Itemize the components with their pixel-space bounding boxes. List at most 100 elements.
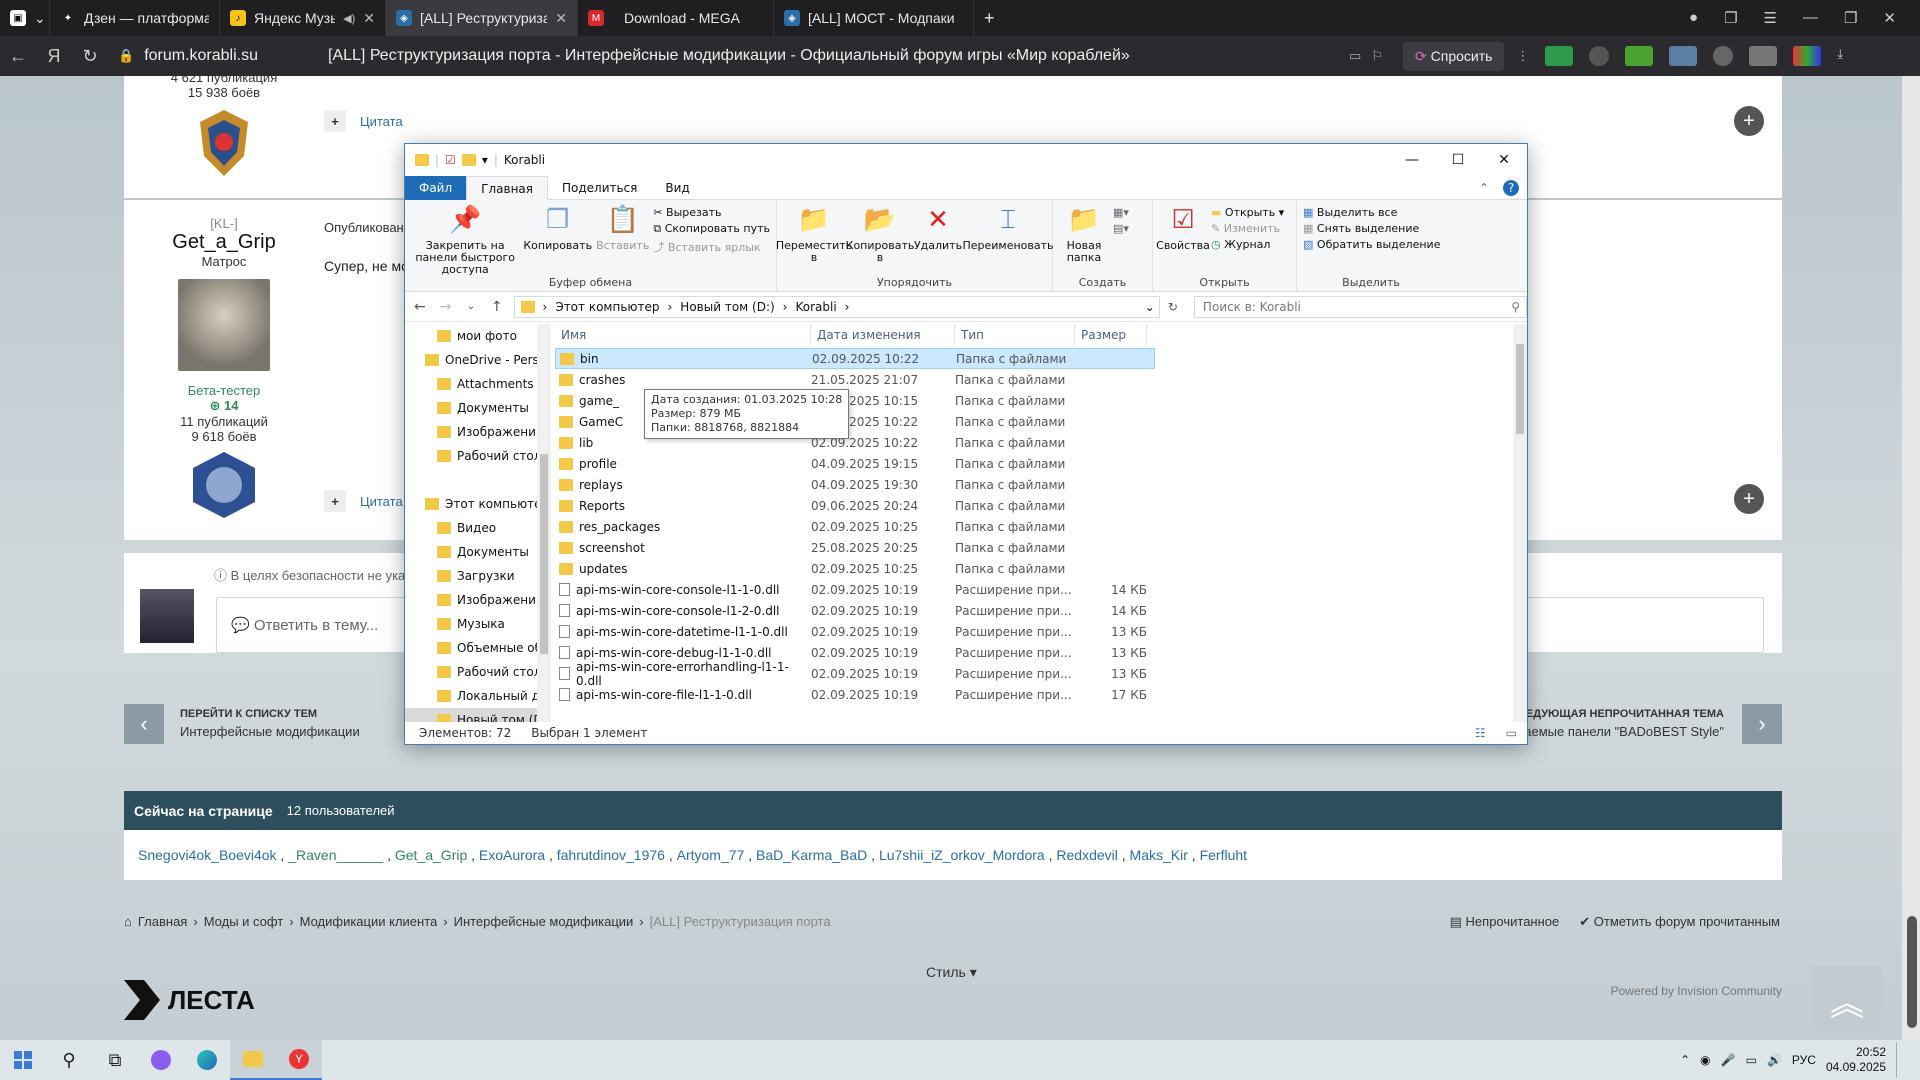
nav-item[interactable]: Объемные объе [405,636,550,660]
properties-quick-icon[interactable]: ☑ [445,153,456,167]
back-icon[interactable]: ← [0,46,36,67]
menu-icon[interactable]: ☰ [1764,9,1777,27]
path-box[interactable]: › Этот компьютер › Новый том (D:) › Kora… [513,295,1160,318]
tab-active-forum[interactable]: ◈ [ALL] Реструктуризац ✕ [386,0,578,36]
yandex-icon[interactable]: Я [36,46,72,67]
tab-mega[interactable]: M Download - MEGA [578,0,774,36]
new-item-icon[interactable]: ▦▾ [1113,206,1129,219]
tab-most-modpack[interactable]: ◈ [ALL] МОСТ - Модпаки [774,0,974,36]
nav-item[interactable]: OneDrive - Person [405,348,550,372]
more-icon[interactable]: ⋮ [1516,48,1529,64]
easy-access-icon[interactable]: ▤▾ [1113,222,1129,235]
nav-item[interactable]: Рабочий стол [405,660,550,684]
nav-item[interactable]: Видео [405,516,550,540]
file-row[interactable]: screenshot 25.08.2025 20:25 Папка с файлам… [555,537,1513,558]
breadcrumb-item[interactable]: Модификации клиента [300,914,438,929]
rename-button[interactable]: ⌶ Переименовать [962,204,1053,252]
file-row[interactable]: api-ms-win-core-errorhandling-l1-1-0.dll… [555,660,1513,688]
nav-item[interactable]: Музыка [405,612,550,636]
photo-extension-icon[interactable] [1669,46,1698,66]
nav-item[interactable]: Изображения [405,420,550,444]
online-user-link[interactable]: Ferfluht [1200,847,1247,863]
language-indicator[interactable]: РУС [1792,1053,1816,1067]
up-icon[interactable]: ↑ [488,299,506,315]
nav-item[interactable]: Новый том (D:) [405,708,550,722]
quote-link[interactable]: Цитата [360,114,403,129]
grid-extension-icon[interactable] [1793,46,1822,66]
online-user-link[interactable]: Snegovi4ok_Boevi4ok [138,847,277,863]
reload-icon[interactable]: ↻ [72,46,108,67]
close-icon[interactable]: ✕ [555,10,567,27]
file-row[interactable]: replays 04.09.2025 19:30 Папка с файлами [555,474,1513,495]
file-row[interactable]: api-ms-win-core-console-l1-1-0.dll 02.09.… [555,579,1513,600]
network-icon[interactable]: ▭ [1746,1053,1757,1067]
clan-tag[interactable]: [KL-] [124,216,324,231]
online-user-link[interactable]: _Raven______ [288,847,383,863]
scrollbar-thumb[interactable] [540,454,548,654]
tab-home[interactable]: Главная [466,175,548,200]
close-icon[interactable]: ✕ [1481,152,1527,168]
breadcrumb-item[interactable]: Моды и софт [204,914,284,929]
minimize-icon[interactable]: — [1389,152,1435,168]
search-icon[interactable]: ⚲ [46,1040,92,1080]
file-row[interactable]: api-ms-win-core-console-l1-2-0.dll 02.09.… [555,600,1513,621]
file-explorer-icon[interactable] [230,1040,276,1080]
online-user-link[interactable]: ExoAurora [479,847,545,863]
close-icon[interactable]: ✕ [363,10,375,27]
copy-path-button[interactable]: ⧉ Скопировать путь [653,222,770,236]
nav-item[interactable]: Локальный диск [405,684,550,708]
quote-link[interactable]: Цитата [360,494,403,509]
path-dropdown-icon[interactable]: ⌄ [1145,300,1159,314]
tab-share[interactable]: Поделиться [548,176,651,200]
prev-topic-link[interactable]: ПЕРЕЙТИ К СПИСКУ ТЕМ Интерфейсные модифи… [180,708,360,739]
new-tab-button[interactable]: + [974,0,1010,36]
file-row[interactable]: api-ms-win-core-datetime-l1-1-0.dll 02.09… [555,621,1513,642]
next-topic-link[interactable]: ЛЕДУЮЩАЯ НЕПРОЧИТАННАЯ ТЕМА аемые панели… [1518,708,1724,739]
online-user-link[interactable]: Lu7shii_iZ_orkov_Mordora [879,847,1045,863]
style-selector[interactable]: Стиль ▾ [926,964,977,981]
forward-icon[interactable]: → [437,299,455,315]
show-desktop-button[interactable] [1896,1042,1900,1078]
windows-start-icon[interactable] [0,1040,46,1080]
close-icon[interactable]: ✕ [1883,9,1896,27]
nav-item[interactable]: Рабочий стол [405,444,550,468]
reader-icon[interactable]: ▭ [1349,48,1361,64]
column-type[interactable]: Тип [955,324,1075,346]
restore-icon[interactable]: ❐ [1844,9,1857,27]
nav-item[interactable]: Загрузки [405,564,550,588]
scroll-to-top-button[interactable]: ︽ [1812,965,1882,1035]
maximize-icon[interactable]: ☐ [1435,152,1481,168]
large-icons-view-icon[interactable]: ▭ [1506,726,1517,740]
file-row[interactable]: crashes 21.05.2025 21:07 Папка с файлами [555,369,1513,390]
column-date[interactable]: Дата изменения [811,324,955,346]
search-input[interactable]: Поиск в: Korabli ⚲ [1193,295,1528,318]
column-name[interactable]: Имя [555,324,811,346]
yandex-browser-icon[interactable]: Y [276,1040,322,1080]
unread-link[interactable]: ▤ Непрочитанное [1450,914,1560,930]
pin-button[interactable]: 📌 Закрепить на панели быстрого доступа [411,204,519,276]
file-row[interactable]: profile 04.09.2025 19:15 Папка с файлами [555,453,1513,474]
column-size[interactable]: Размер [1075,324,1147,346]
nav-item[interactable]: Документы [405,540,550,564]
recent-dropdown-icon[interactable]: ⌄ [462,301,480,312]
profile-avatar-icon[interactable]: ● [1689,9,1698,27]
alice-assistant-icon[interactable] [138,1040,184,1080]
qat-dropdown-icon[interactable]: ▾ [482,153,488,167]
nav-item[interactable]: Attachments [405,372,550,396]
url-field[interactable]: 🔒 forum.korabli.su [ALL] Реструктуризаци… [118,47,1383,65]
mark-read-link[interactable]: ✔ Отметить форум прочитанным [1579,914,1780,930]
lesta-logo[interactable]: ЛЕСТА [124,980,255,1020]
download-extension-icon[interactable] [1625,46,1654,66]
move-to-button[interactable]: 📁 Переместить в [776,204,852,264]
powered-by[interactable]: Powered by Invision Community [1611,984,1782,998]
vpn-extension-icon[interactable] [1589,46,1610,66]
path-segment[interactable]: Этот компьютер [555,300,659,314]
page-scrollbar[interactable] [1902,76,1920,1040]
scrollbar-thumb[interactable] [1516,344,1524,434]
select-none-button[interactable]: ▦ Снять выделение [1303,222,1440,235]
nav-scrollbar[interactable] [537,324,550,722]
paste-button[interactable]: 📋 Вставить [596,204,649,252]
online-user-link[interactable]: Get_a_Grip [395,847,467,863]
minimize-icon[interactable]: — [1803,9,1818,27]
delete-button[interactable]: ✕ Удалить [914,204,962,252]
